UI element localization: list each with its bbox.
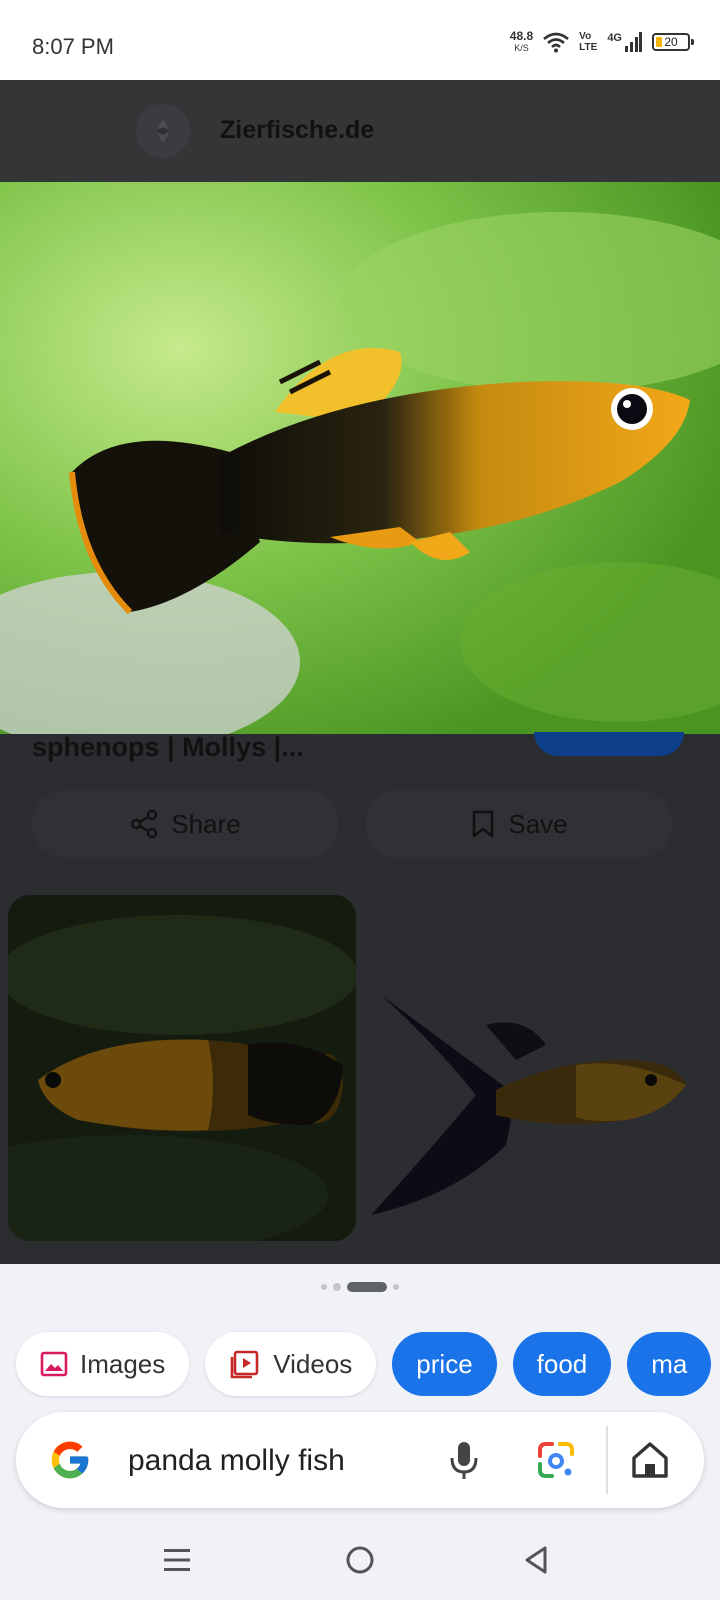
net-speed-unit: K/S [514,43,529,53]
status-icons: 48.8 K/S Vo LTE 4G 20 [510,30,694,54]
save-button[interactable]: Save [366,790,672,858]
home-icon[interactable] [628,1438,672,1482]
status-bar: 8:07 PM 48.8 K/S Vo LTE 4G 20 [0,0,720,80]
back-triangle-icon [525,1546,547,1574]
recents-button[interactable] [153,1536,201,1584]
main-fish-image[interactable] [0,182,720,734]
chip-label: Videos [273,1348,353,1379]
volte-top: Vo [579,31,592,42]
google-lens-icon[interactable] [532,1436,580,1484]
chip-food[interactable]: food [512,1332,612,1396]
battery-icon: 20 [652,33,694,51]
pager-dot [321,1284,327,1290]
system-nav-bar [0,1520,720,1600]
status-time: 8:07 PM [32,34,114,59]
related-image-thumbnail[interactable] [8,895,356,1241]
bookmark-icon [473,810,494,838]
image-viewer: Zierfische.de sphenops | Mollys |... Sha… [0,80,720,1264]
chip-label: price [416,1348,473,1379]
chip-videos[interactable]: Videos [205,1332,377,1396]
chip-more[interactable]: ma [627,1332,712,1396]
pager-dot [393,1284,399,1290]
battery-level: 20 [664,35,678,49]
google-logo-icon [51,1441,89,1479]
chip-images[interactable]: Images [16,1332,190,1396]
search-bar[interactable]: panda molly fish [16,1412,704,1508]
chip-label: ma [651,1348,688,1379]
volte-indicator: Vo LTE [579,31,597,53]
video-icon [230,1350,259,1379]
result-title[interactable]: sphenops | Mollys |... [32,732,304,763]
mic-icon[interactable] [440,1436,488,1484]
chip-label: Images [80,1348,166,1379]
network-type: 4G [607,32,622,44]
net-speed-value: 48.8 [509,29,534,43]
share-icon [131,809,158,839]
search-input[interactable]: panda molly fish [128,1444,345,1478]
pager-dot [333,1283,341,1291]
circle-home-icon [346,1546,374,1574]
related-image-thumbnail[interactable] [366,895,706,1241]
back-button[interactable] [512,1536,560,1584]
image-icon [40,1351,68,1377]
menu-icon [164,1549,190,1571]
chip-price[interactable]: price [392,1332,497,1396]
signal-indicator: 4G [607,32,642,52]
search-chips: Images Videos price food ma [16,1332,712,1396]
source-bar: Zierfische.de [0,80,720,182]
pager-dot-active [347,1282,387,1292]
chip-label: food [536,1348,588,1379]
source-name[interactable]: Zierfische.de [220,116,374,145]
wifi-icon [543,32,569,53]
source-favicon-icon[interactable] [136,104,190,158]
signal-icon [625,32,642,52]
share-label: Share [171,808,241,839]
carousel-indicator [0,1282,720,1292]
search-bar-divider [606,1426,608,1494]
save-label: Save [508,808,568,839]
network-speed: 48.8 K/S [510,30,533,54]
visit-button[interactable] [534,732,684,756]
share-button[interactable]: Share [32,790,338,858]
home-nav-button[interactable] [336,1536,384,1584]
volte-bottom: LTE [579,42,598,53]
